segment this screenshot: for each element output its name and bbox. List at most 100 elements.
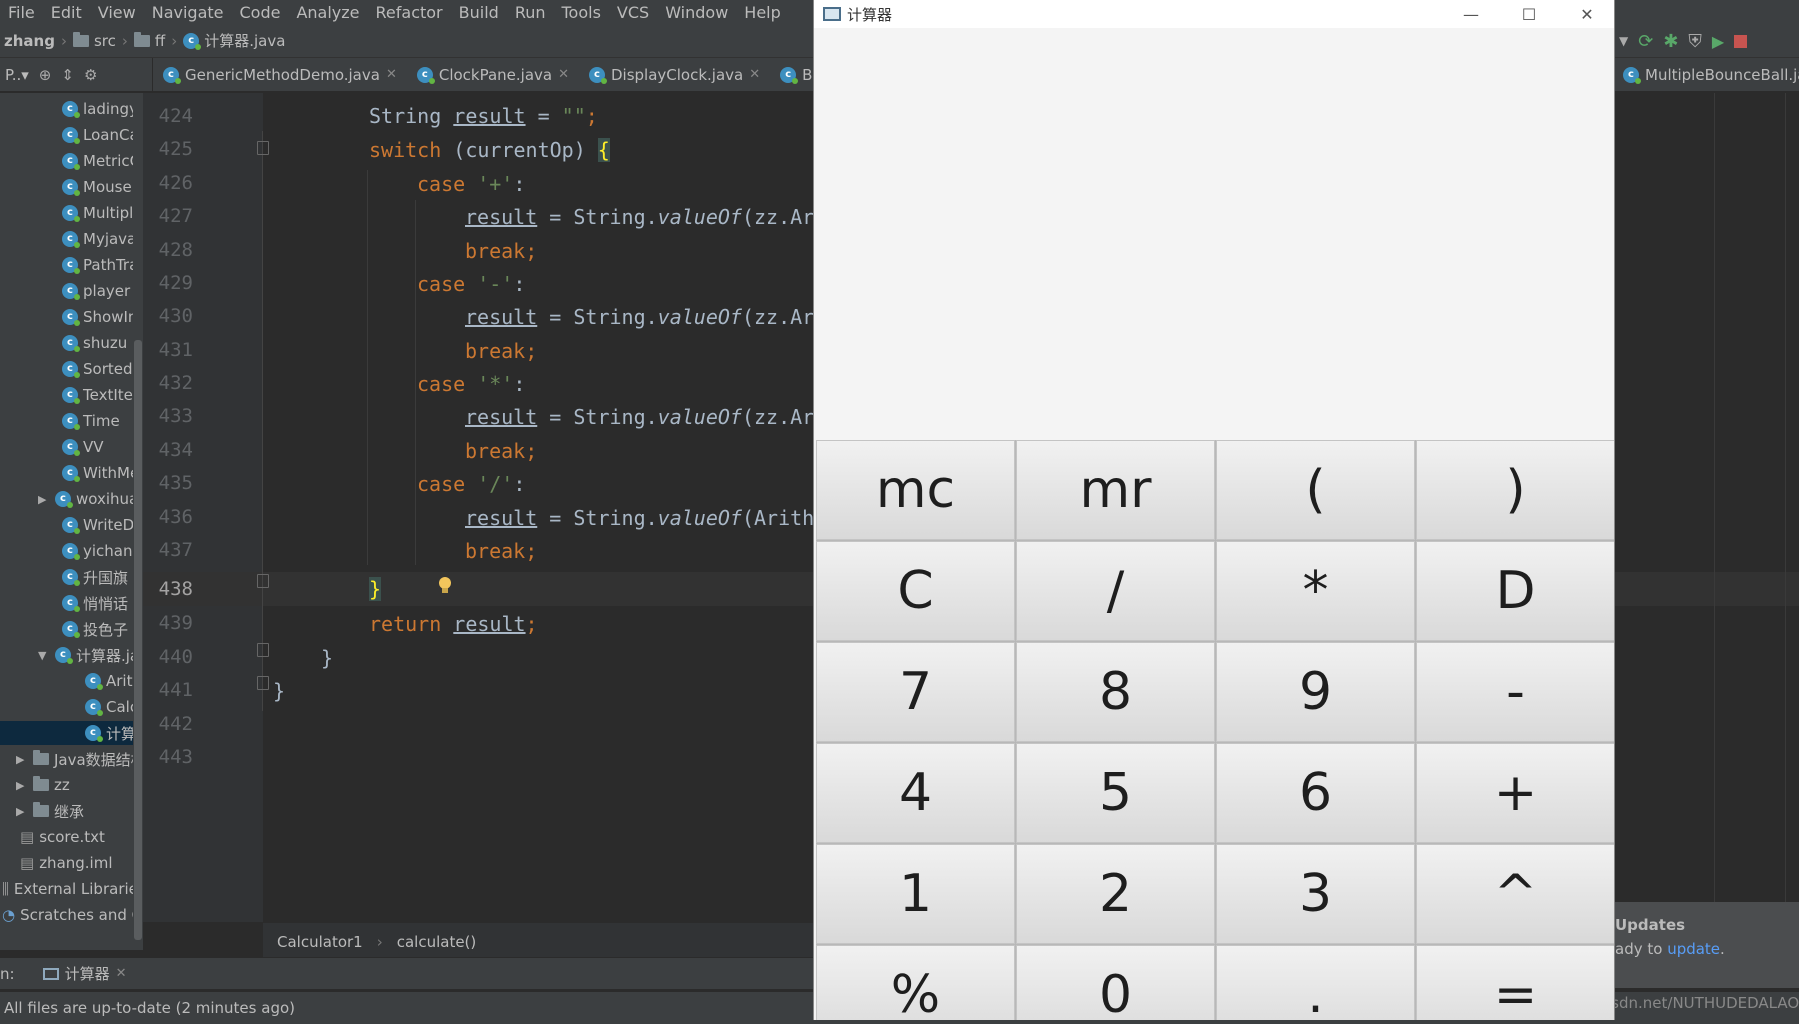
menu-window[interactable]: Window bbox=[658, 3, 737, 22]
tree-item[interactable]: ⫼ External Libraries bbox=[2, 877, 133, 901]
fold-marker-icon[interactable] bbox=[257, 574, 269, 588]
key-plus[interactable]: + bbox=[1416, 743, 1614, 843]
expand-arrow-icon[interactable]: ▶ bbox=[38, 493, 50, 506]
expand-arrow-icon[interactable]: ▶ bbox=[16, 779, 28, 792]
profile-icon[interactable]: ▶ bbox=[1712, 32, 1724, 51]
tree-item[interactable]: ▶ 继承 bbox=[16, 799, 84, 823]
key-delete[interactable]: D bbox=[1416, 541, 1614, 641]
key-clear[interactable]: C bbox=[816, 541, 1015, 641]
key-3[interactable]: 3 bbox=[1216, 844, 1415, 944]
menu-file[interactable]: File bbox=[0, 3, 44, 22]
tree-item[interactable]: c Time bbox=[62, 409, 120, 433]
tree-item[interactable]: cArith bbox=[85, 669, 133, 693]
tree-item[interactable]: ▼ c 计算器.ja bbox=[38, 643, 133, 667]
menu-build[interactable]: Build bbox=[452, 3, 508, 22]
close-icon[interactable]: ✕ bbox=[558, 67, 569, 82]
tree-item[interactable]: ▶ c woxihua bbox=[38, 487, 133, 511]
key-7[interactable]: 7 bbox=[816, 642, 1015, 742]
key-equals[interactable]: = bbox=[1416, 945, 1614, 1020]
close-icon[interactable]: ✕ bbox=[749, 67, 760, 82]
menu-run[interactable]: Run bbox=[508, 3, 555, 22]
tab-display-clock[interactable]: c DisplayClock.java ✕ bbox=[579, 58, 770, 91]
close-icon[interactable]: ✕ bbox=[116, 966, 127, 981]
menu-analyze[interactable]: Analyze bbox=[289, 3, 368, 22]
key-mc[interactable]: mc bbox=[816, 440, 1015, 540]
breadcrumb-src[interactable]: src bbox=[72, 31, 116, 50]
stop-icon[interactable] bbox=[1734, 34, 1748, 48]
gear-icon[interactable]: ⚙ bbox=[84, 66, 97, 84]
rerun-icon[interactable]: ⟳ bbox=[1638, 31, 1653, 52]
menu-edit[interactable]: Edit bbox=[44, 3, 91, 22]
tab-clock-pane[interactable]: c ClockPane.java ✕ bbox=[407, 58, 579, 91]
fold-marker-icon[interactable] bbox=[257, 643, 269, 657]
tree-item[interactable]: c 升国旗 bbox=[62, 565, 128, 589]
tree-item[interactable]: cyichang bbox=[62, 539, 133, 563]
key-9[interactable]: 9 bbox=[1216, 642, 1415, 742]
breadcrumb-class[interactable]: Calculator1 bbox=[277, 933, 363, 951]
menu-navigate[interactable]: Navigate bbox=[145, 3, 233, 22]
tree-item[interactable]: ▤ score.txt bbox=[20, 825, 105, 849]
breadcrumb-method[interactable]: calculate() bbox=[397, 933, 477, 951]
debug-icon[interactable]: ✱ bbox=[1663, 31, 1678, 52]
key-decimal[interactable]: . bbox=[1216, 945, 1415, 1020]
key-mr[interactable]: mr bbox=[1016, 440, 1215, 540]
update-link[interactable]: update bbox=[1667, 940, 1720, 958]
close-button[interactable]: ✕ bbox=[1558, 0, 1614, 28]
tree-item[interactable]: cPathTran bbox=[62, 253, 133, 277]
key-minus[interactable]: - bbox=[1416, 642, 1614, 742]
menu-view[interactable]: View bbox=[91, 3, 145, 22]
key-open-paren[interactable]: ( bbox=[1216, 440, 1415, 540]
tree-item[interactable]: c 悄悄话 bbox=[62, 591, 128, 615]
collapse-icon[interactable]: ⇕ bbox=[61, 66, 74, 84]
expand-arrow-icon[interactable]: ▶ bbox=[16, 805, 28, 818]
close-icon[interactable]: ✕ bbox=[386, 67, 397, 82]
key-0[interactable]: 0 bbox=[1016, 945, 1215, 1020]
tree-item[interactable]: c Sorted bbox=[62, 357, 133, 381]
key-percent[interactable]: % bbox=[816, 945, 1015, 1020]
menu-refactor[interactable]: Refactor bbox=[369, 3, 452, 22]
collapse-arrow-icon[interactable]: ▼ bbox=[38, 649, 50, 662]
key-close-paren[interactable]: ) bbox=[1416, 440, 1614, 540]
tree-item[interactable]: ▶ zz bbox=[16, 773, 70, 797]
key-multiply[interactable]: * bbox=[1216, 541, 1415, 641]
tree-item[interactable]: c VV bbox=[62, 435, 104, 459]
maximize-button[interactable]: ☐ bbox=[1500, 0, 1558, 28]
minimize-button[interactable]: — bbox=[1442, 0, 1500, 28]
tab-multiple-bounce-ball[interactable]: cMultipleBounceBall.java bbox=[1613, 58, 1799, 91]
key-1[interactable]: 1 bbox=[816, 844, 1015, 944]
expand-arrow-icon[interactable]: ▶ bbox=[16, 753, 28, 766]
tree-item[interactable]: cMultiple bbox=[62, 201, 133, 225]
calculator-title-bar[interactable]: 计算器 — ☐ ✕ bbox=[814, 0, 1614, 28]
tree-item[interactable]: ▶ Java数据结构 bbox=[16, 747, 133, 771]
fold-marker-icon[interactable] bbox=[257, 676, 269, 690]
tree-item[interactable]: c 投色子 bbox=[62, 617, 128, 641]
key-power[interactable]: ^ bbox=[1416, 844, 1614, 944]
tree-item-selected[interactable]: c计算器 bbox=[0, 721, 133, 745]
key-divide[interactable]: / bbox=[1016, 541, 1215, 641]
breadcrumb-ff[interactable]: ff bbox=[133, 31, 165, 50]
tree-item[interactable]: ◔Scratches and Co bbox=[2, 903, 133, 927]
key-6[interactable]: 6 bbox=[1216, 743, 1415, 843]
tree-item[interactable]: cMetricCo bbox=[62, 149, 133, 173]
menu-code[interactable]: Code bbox=[233, 3, 290, 22]
menu-tools[interactable]: Tools bbox=[555, 3, 610, 22]
calculator-display[interactable] bbox=[814, 28, 1614, 440]
breadcrumb-file[interactable]: c 计算器.java bbox=[183, 30, 285, 51]
tab-generic-method-demo[interactable]: c GenericMethodDemo.java ✕ bbox=[153, 58, 407, 91]
tree-item[interactable]: cMouseE bbox=[62, 175, 133, 199]
lightbulb-icon[interactable] bbox=[437, 575, 453, 597]
dropdown-arrow-icon[interactable]: ▼ bbox=[1619, 34, 1628, 48]
project-view-selector[interactable]: P..▾ bbox=[5, 66, 29, 84]
menu-help[interactable]: Help bbox=[737, 3, 789, 22]
tree-item[interactable]: cTextItera bbox=[62, 383, 133, 407]
tree-item[interactable]: ▤ zhang.iml bbox=[20, 851, 113, 875]
tree-item[interactable]: cMyjavaf bbox=[62, 227, 133, 251]
tree-item[interactable]: c player bbox=[62, 279, 130, 303]
tree-item[interactable]: cWithMe bbox=[62, 461, 133, 485]
tree-item[interactable]: cCalcu bbox=[85, 695, 133, 719]
key-4[interactable]: 4 bbox=[816, 743, 1015, 843]
key-5[interactable]: 5 bbox=[1016, 743, 1215, 843]
tree-item[interactable]: c shuzu bbox=[62, 331, 127, 355]
tree-item[interactable]: cShowIma bbox=[62, 305, 133, 329]
run-tab[interactable]: 计算器 ✕ bbox=[42, 963, 127, 984]
